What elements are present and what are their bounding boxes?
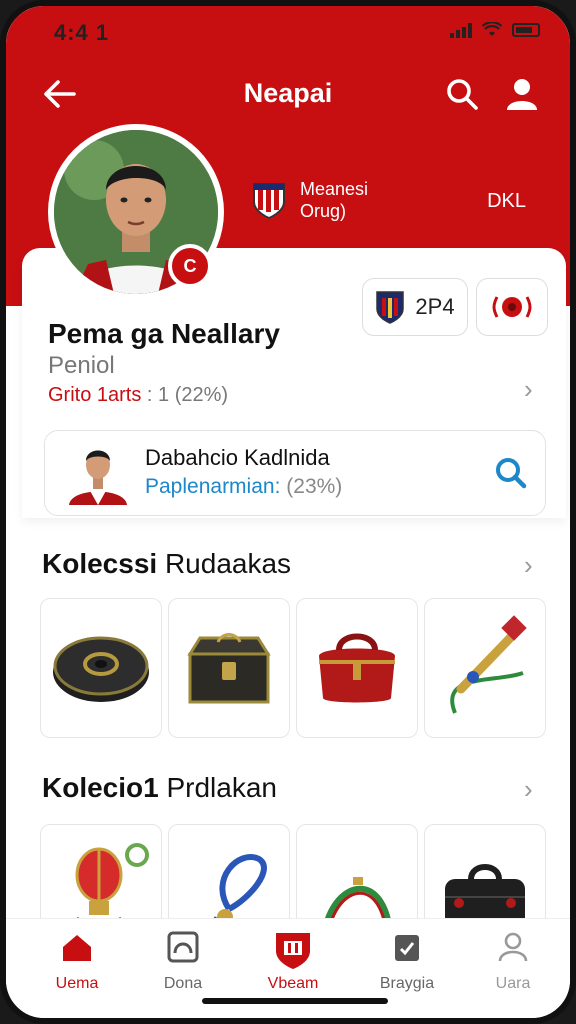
profile-stat-value: : 1 (22%) [146,384,229,406]
crest-icon [376,291,405,324]
page-title: Neapai [243,78,333,108]
nav-label-team: Vbeam [267,975,319,992]
drum-icon [53,636,149,702]
nav-label-home: Uema [55,975,99,992]
player-stat-label: Paplenarmian: [145,475,281,498]
status-bar: 4:4 1 [6,16,570,50]
section-title-1-bold: Kolecssi [42,548,158,579]
player-thumbnail-icon [69,450,127,505]
nav-item-docs[interactable]: Braygia [352,929,462,993]
nav-item-gallery[interactable]: Dona [128,929,238,993]
section-title-2: Kolecio1 Prdlakan [42,772,277,804]
avatar-badge: C [168,244,212,288]
emblem-icon [492,296,532,318]
section-1-chevron-right-icon[interactable]: › [524,550,544,580]
item-tile[interactable] [40,598,162,738]
section-1-grid [40,598,546,738]
section-2-chevron-right-icon[interactable]: › [524,774,544,804]
section-title-1-rest: Rudaakas [164,548,292,579]
top-bar: Neapai [6,68,570,118]
stat-box-value: 2P4 [415,294,455,319]
player-card[interactable]: Dabahcio Kadlnida Paplenarmian: (23%) [44,430,546,516]
profile-name: Pema ga Neallary [48,318,280,349]
profile-chevron-right-icon[interactable]: › [524,374,544,404]
item-tile[interactable] [424,598,546,738]
profile-stat: Grito 1arts : 1 (22%) [48,384,228,407]
stat-box-crest[interactable]: 2P4 [362,278,468,336]
home-indicator[interactable] [202,998,388,1004]
club-value: DKL [487,190,526,212]
signal-icon [450,22,472,38]
section-title-2-rest: Prdlakan [166,772,277,803]
nav-item-team[interactable]: Vbeam [238,929,348,993]
status-time: 4:4 1 [54,20,110,45]
treasure-chest-icon [187,633,271,704]
item-tile[interactable] [168,598,290,738]
club-line-2: Orug) [300,201,347,221]
user-icon[interactable] [502,74,542,114]
profile-role: Peniol [48,352,115,379]
search-icon[interactable] [493,455,529,491]
player-stat-value: (23%) [286,475,343,498]
player-name: Dabahcio Kadlnida [145,445,330,470]
phone-frame: 4:4 1 Neapai Meanesi Orug) DKL C 2P4 Pem… [0,0,576,1024]
wifi-icon [482,22,502,36]
club-line-1: Meanesi [300,179,369,199]
item-tile[interactable] [296,598,418,738]
club-info: Meanesi Orug) [252,178,368,222]
player-stat: Paplenarmian: (23%) [145,475,342,499]
stat-box-emblem[interactable] [476,278,548,336]
nav-label-docs: Braygia [379,975,435,992]
profile-stat-label: Grito 1arts [48,384,142,406]
bottom-nav: Uema Dona Vbeam Braygia Uara [6,918,570,1018]
nav-item-profile[interactable]: Uara [458,929,568,993]
club-crest-icon [253,183,285,220]
flute-icon [450,615,527,714]
profile-icon [498,932,528,962]
status-icons [450,22,540,38]
section-title-2-bold: Kolecio1 [42,772,159,803]
search-icon[interactable] [442,74,482,114]
gallery-icon [167,931,199,963]
nav-label-gallery: Dona [163,975,203,992]
nav-label-profile: Uara [495,975,531,992]
shield-icon [276,933,310,969]
section-title-1: Kolecssi Rudaakas [42,548,291,580]
red-bag-icon [319,633,395,703]
doc-check-icon [395,935,419,961]
nav-item-home[interactable]: Uema [22,929,132,993]
home-icon [63,935,91,961]
battery-icon [512,23,540,37]
